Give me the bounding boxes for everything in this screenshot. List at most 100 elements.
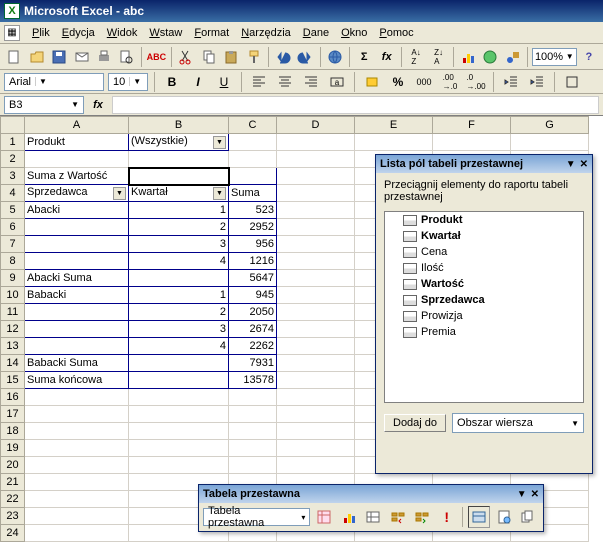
fx-button[interactable]: fx — [88, 96, 108, 114]
cell[interactable] — [25, 457, 129, 474]
cell[interactable]: 1 — [129, 287, 229, 304]
mail-button[interactable] — [71, 46, 91, 68]
cell[interactable] — [277, 253, 355, 270]
cell[interactable]: 2952 — [229, 219, 277, 236]
row-header-5[interactable]: 5 — [1, 202, 25, 219]
menu-pomoc[interactable]: Pomoc — [373, 25, 419, 41]
print-button[interactable] — [94, 46, 114, 68]
pivot-field-settings-button[interactable] — [468, 506, 490, 528]
cell[interactable] — [277, 151, 355, 168]
cut-button[interactable] — [176, 46, 196, 68]
workbook-icon[interactable]: ▦ — [4, 25, 20, 41]
cell[interactable] — [129, 151, 229, 168]
cell[interactable] — [277, 219, 355, 236]
row-header-23[interactable]: 23 — [1, 508, 25, 525]
cell[interactable] — [25, 423, 129, 440]
cell[interactable] — [433, 134, 511, 151]
cell[interactable] — [129, 389, 229, 406]
cell[interactable]: (Wszystkie)▼ — [129, 134, 229, 151]
cell[interactable] — [277, 236, 355, 253]
field-item-ilość[interactable]: Ilość — [385, 260, 583, 276]
row-header-17[interactable]: 17 — [1, 406, 25, 423]
cell[interactable]: 3 — [129, 236, 229, 253]
drawing-button[interactable] — [503, 46, 523, 68]
sort-desc-button[interactable]: Z↓A — [428, 46, 448, 68]
cell[interactable]: Produkt — [25, 134, 129, 151]
spellcheck-button[interactable]: ABC — [146, 46, 168, 68]
cell[interactable] — [229, 168, 277, 185]
print-preview-button[interactable] — [116, 46, 136, 68]
field-item-premia[interactable]: Premia — [385, 324, 583, 340]
map-button[interactable] — [480, 46, 500, 68]
cell[interactable]: Kwartał▼ — [129, 185, 229, 202]
row-header-15[interactable]: 15 — [1, 372, 25, 389]
page-field-dropdown[interactable]: ▼ — [213, 136, 226, 149]
underline-button[interactable]: U — [213, 72, 235, 92]
cell[interactable] — [25, 236, 129, 253]
currency-button[interactable] — [361, 72, 383, 92]
decrease-decimal-button[interactable]: .0→.00 — [465, 72, 487, 92]
menu-edycja[interactable]: Edycja — [56, 25, 101, 41]
row-header-9[interactable]: 9 — [1, 270, 25, 287]
menu-okno[interactable]: Okno — [335, 25, 373, 41]
cell[interactable] — [277, 202, 355, 219]
cell[interactable] — [25, 389, 129, 406]
row-header-14[interactable]: 14 — [1, 355, 25, 372]
sort-asc-button[interactable]: A↓Z — [406, 46, 426, 68]
row-header-2[interactable]: 2 — [1, 151, 25, 168]
field-item-produkt[interactable]: Produkt — [385, 212, 583, 228]
field-item-sprzedawca[interactable]: Sprzedawca — [385, 292, 583, 308]
name-box[interactable]: B3▼ — [4, 96, 84, 114]
redo-button[interactable] — [295, 46, 315, 68]
field-item-kwartał[interactable]: Kwartał — [385, 228, 583, 244]
col-field-dropdown[interactable]: ▼ — [213, 187, 226, 200]
cell[interactable]: 5647 — [229, 270, 277, 287]
borders-button[interactable] — [561, 72, 583, 92]
cell[interactable]: Suma końcowa — [25, 372, 129, 389]
cell[interactable] — [355, 134, 433, 151]
cell[interactable] — [129, 355, 229, 372]
format-painter-button[interactable] — [243, 46, 263, 68]
comma-button[interactable]: 000 — [413, 72, 435, 92]
cell[interactable]: 2050 — [229, 304, 277, 321]
open-button[interactable] — [26, 46, 46, 68]
cell[interactable]: 1216 — [229, 253, 277, 270]
cell[interactable]: 7931 — [229, 355, 277, 372]
menu-dane[interactable]: Dane — [297, 25, 335, 41]
cell[interactable]: Suma z Wartość — [25, 168, 129, 185]
row-header-18[interactable]: 18 — [1, 423, 25, 440]
menu-format[interactable]: Format — [188, 25, 235, 41]
cell[interactable] — [229, 151, 277, 168]
cell[interactable] — [129, 457, 229, 474]
cell[interactable] — [277, 389, 355, 406]
cell[interactable] — [277, 355, 355, 372]
merge-center-button[interactable]: a — [326, 72, 348, 92]
cell[interactable] — [229, 134, 277, 151]
cell[interactable] — [277, 423, 355, 440]
cell[interactable] — [25, 304, 129, 321]
chart-button[interactable] — [458, 46, 478, 68]
row-header-8[interactable]: 8 — [1, 253, 25, 270]
help-button[interactable]: ? — [579, 46, 599, 68]
cell[interactable] — [277, 321, 355, 338]
font-size-combo[interactable]: 10▼ — [108, 73, 148, 91]
row-header-7[interactable]: 7 — [1, 236, 25, 253]
paste-button[interactable] — [221, 46, 241, 68]
cell[interactable] — [129, 372, 229, 389]
cell[interactable]: 4 — [129, 338, 229, 355]
row-header-19[interactable]: 19 — [1, 440, 25, 457]
row-header-22[interactable]: 22 — [1, 491, 25, 508]
undo-button[interactable] — [273, 46, 293, 68]
menu-widok[interactable]: Widok — [101, 25, 144, 41]
cell[interactable]: 956 — [229, 236, 277, 253]
cell[interactable] — [511, 134, 589, 151]
cell[interactable] — [229, 406, 277, 423]
cell[interactable] — [25, 219, 129, 236]
row-header-10[interactable]: 10 — [1, 287, 25, 304]
field-list-close-icon[interactable]: ✕ — [580, 159, 588, 170]
cell[interactable]: 13578 — [229, 372, 277, 389]
cell[interactable] — [277, 372, 355, 389]
row-field-dropdown[interactable]: ▼ — [113, 187, 126, 200]
cell[interactable] — [25, 491, 129, 508]
cell[interactable] — [229, 457, 277, 474]
